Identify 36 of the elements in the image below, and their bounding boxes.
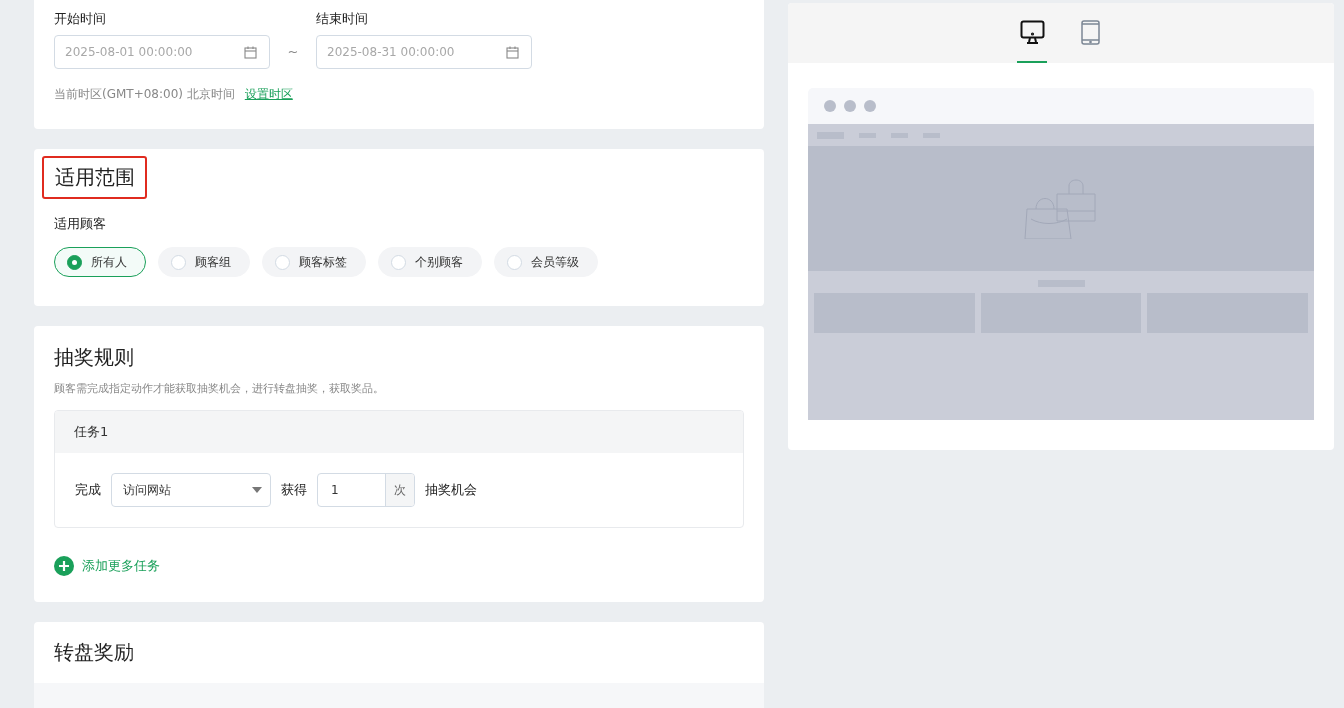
radio-icon [391,254,406,270]
section-title: 适用范围 [42,156,147,199]
window-dot-icon [864,100,876,112]
task-label: 抽奖机会 [425,481,477,499]
radio-option[interactable]: 会员等级 [494,247,598,277]
section-title: 转盘奖励 [54,639,134,666]
monitor-icon [1019,19,1045,45]
section-description: 顾客需完成指定动作才能获取抽奖机会，进行转盘抽奖，获取奖品。 [54,381,385,396]
section-title: 抽奖规则 [54,344,134,371]
radio-icon [275,254,290,270]
tablet-icon [1080,19,1100,45]
task-title: 任务1 [55,411,743,453]
task-label: 获得 [281,481,307,499]
field-label: 结束时间 [316,10,369,28]
task-label: 完成 [75,481,101,499]
count-field[interactable]: 1 次 [317,473,415,507]
radio-icon [67,254,82,270]
action-select[interactable]: 访问网站 [111,473,271,507]
field-label: 开始时间 [54,10,107,28]
radio-option[interactable]: 顾客组 [158,247,250,277]
window-dot-icon [844,100,856,112]
window-dot-icon [824,100,836,112]
caret-icon [252,487,262,493]
radio-option[interactable]: 顾客标签 [262,247,366,277]
calendar-icon [506,45,519,59]
timezone-text: 当前时区(GMT+08:00) 北京时间 [54,86,235,103]
radio-icon [171,254,186,270]
plus-icon [54,556,74,576]
radio-option[interactable]: 个别顾客 [378,247,482,277]
radio-icon [507,254,522,270]
field-label: 适用顾客 [54,215,107,233]
timezone-link[interactable]: 设置时区 [244,86,293,103]
radio-option[interactable]: 所有人 [54,247,146,277]
add-task-link[interactable]: 添加更多任务 [54,556,160,576]
calendar-icon [244,45,257,59]
range-separator: ~ [286,43,300,61]
